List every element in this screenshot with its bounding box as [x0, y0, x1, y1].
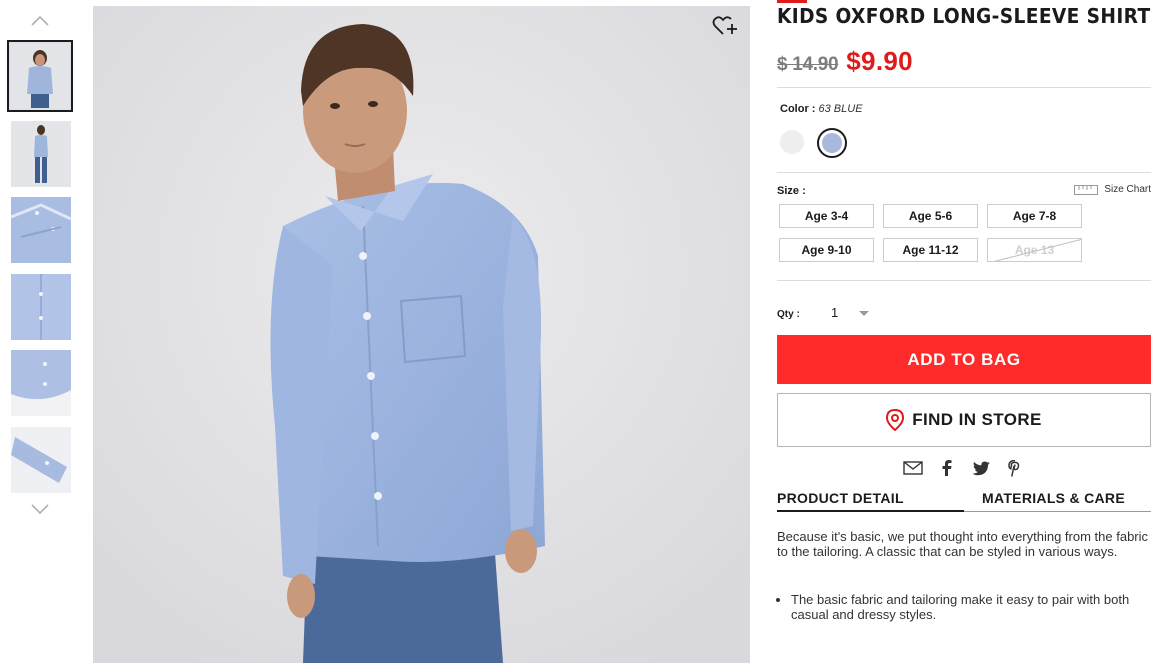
size-option-age-13-unavailable: Age 13 — [987, 238, 1082, 262]
feature-list: The basic fabric and tailoring make it e… — [777, 592, 1151, 622]
color-selected-value: 63 BLUE — [818, 103, 863, 115]
divider — [777, 280, 1151, 281]
chevron-down-icon[interactable] — [29, 500, 51, 518]
tab-underline — [964, 511, 1151, 512]
active-tab-indicator — [777, 510, 964, 512]
product-title: KIDS OXFORD LONG-SLEEVE SHIRT — [777, 4, 1151, 28]
qty-label: Qty : — [777, 309, 800, 320]
feature-item: The basic fabric and tailoring make it e… — [791, 592, 1151, 622]
main-product-image — [93, 6, 750, 663]
product-photo — [93, 6, 750, 663]
thumbnail-gallery — [0, 0, 80, 663]
size-option-age-9-10[interactable]: Age 9-10 — [779, 238, 874, 262]
find-in-store-button[interactable]: FIND IN STORE — [777, 393, 1151, 447]
size-option-age-11-12[interactable]: Age 11-12 — [883, 238, 978, 262]
size-option-age-5-6[interactable]: Age 5-6 — [883, 204, 978, 228]
chevron-up-icon[interactable] — [29, 12, 51, 30]
location-pin-icon — [886, 409, 905, 431]
thumbnail-5[interactable] — [11, 350, 71, 416]
share-icons — [903, 458, 1025, 478]
size-chart-label: Size Chart — [1104, 184, 1151, 195]
thumbnail-3[interactable] — [11, 197, 71, 263]
thumbnail-4[interactable] — [11, 274, 71, 340]
thumbnail-1[interactable] — [7, 40, 73, 112]
ruler-icon — [1074, 184, 1099, 195]
thumbnail-6[interactable] — [11, 427, 71, 493]
qty-dropdown-arrow-icon[interactable] — [859, 311, 869, 316]
thumbnail-2[interactable] — [11, 121, 71, 187]
price-row: $ 14.90 $9.90 — [777, 46, 913, 78]
facebook-icon[interactable] — [937, 458, 957, 478]
twitter-icon[interactable] — [971, 458, 991, 478]
color-label: Color : 63 BLUE — [780, 103, 863, 115]
find-in-store-label: FIND IN STORE — [912, 410, 1042, 429]
size-option-age-7-8[interactable]: Age 7-8 — [987, 204, 1082, 228]
size-chart-link[interactable]: Size Chart — [1074, 184, 1151, 195]
divider — [777, 172, 1151, 173]
original-price: $ 14.90 — [777, 54, 839, 75]
tab-materials-care[interactable]: MATERIALS & CARE — [982, 490, 1125, 506]
color-swatch-blue[interactable] — [817, 128, 847, 158]
pinterest-icon[interactable] — [1005, 458, 1025, 478]
size-label: Size : — [777, 185, 806, 197]
sale-price: $9.90 — [846, 46, 913, 76]
sale-tag — [777, 0, 807, 3]
detail-tabs: PRODUCT DETAIL MATERIALS & CARE — [777, 490, 1151, 512]
color-label-text: Color : — [780, 103, 816, 115]
color-swatch-white[interactable] — [780, 130, 804, 154]
divider — [777, 87, 1151, 88]
email-icon[interactable] — [903, 458, 923, 478]
tab-product-detail[interactable]: PRODUCT DETAIL — [777, 490, 904, 506]
product-description: Because it's basic, we put thought into … — [777, 529, 1149, 559]
size-option-age-3-4[interactable]: Age 3-4 — [779, 204, 874, 228]
qty-value[interactable]: 1 — [831, 305, 838, 320]
wishlist-heart-icon[interactable] — [712, 14, 738, 38]
product-info-panel: KIDS OXFORD LONG-SLEEVE SHIRT $ 14.90 $9… — [777, 0, 1151, 663]
add-to-bag-button[interactable]: ADD TO BAG — [777, 335, 1151, 384]
